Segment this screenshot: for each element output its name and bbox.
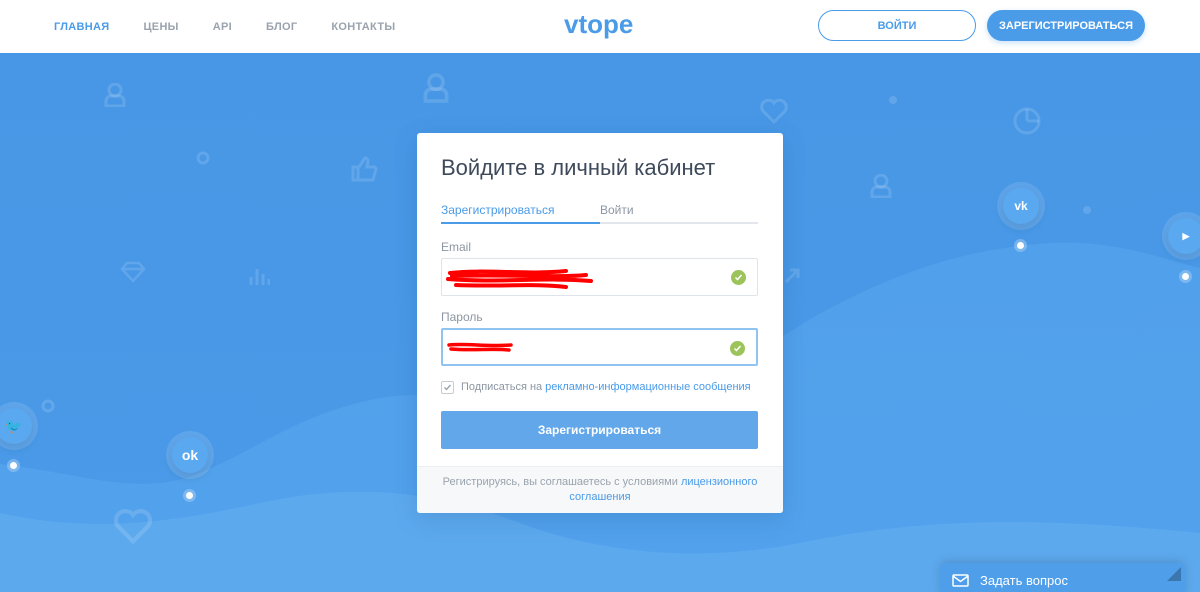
circle-icon	[196, 151, 210, 165]
email-field[interactable]	[441, 258, 758, 296]
dot-marker	[186, 492, 193, 499]
auth-tabs: Зарегистрироваться Войти	[441, 203, 758, 224]
footer-text: Регистрируясь, вы соглашаетесь с условия…	[442, 476, 678, 488]
submit-register-button[interactable]: Зарегистрироваться	[441, 411, 758, 449]
consent-row: Подписаться на рекламно-информационные с…	[441, 379, 751, 395]
pie-chart-icon	[1013, 107, 1041, 135]
bar-chart-icon	[249, 269, 270, 285]
odnoklassniki-button[interactable]: ok	[172, 437, 208, 473]
youtube-icon: ▶	[1182, 230, 1190, 241]
register-button[interactable]: ЗАРЕГИСТРИРОВАТЬСЯ	[987, 10, 1145, 41]
circle-icon	[1083, 206, 1091, 214]
nav-item-home[interactable]: ГЛАВНАЯ	[54, 21, 109, 33]
heart-icon	[113, 509, 153, 544]
nav-item-contacts[interactable]: КОНТАКТЫ	[331, 21, 395, 33]
logo-text: vtope	[564, 9, 633, 39]
password-field[interactable]	[441, 328, 758, 366]
heart-icon	[760, 98, 788, 124]
nav-item-blog[interactable]: БЛОГ	[266, 21, 297, 33]
user-icon	[104, 83, 126, 107]
circle-icon	[41, 399, 55, 413]
user-icon	[870, 174, 892, 198]
register-card: Войдите в личный кабинет Зарегистрироват…	[417, 133, 783, 513]
tab-login[interactable]: Войти	[600, 203, 634, 217]
nav-item-prices[interactable]: ЦЕНЫ	[143, 21, 178, 33]
checkmark-icon	[444, 384, 452, 391]
user-icon	[423, 73, 449, 103]
circle-icon	[889, 96, 897, 104]
arrow-icon	[784, 268, 800, 284]
dot-marker	[1017, 242, 1024, 249]
vk-icon: vk	[1014, 199, 1028, 213]
nav-item-api[interactable]: API	[213, 21, 232, 33]
card-footer: Регистрируясь, вы соглашаетесь с условия…	[417, 466, 783, 513]
thumbs-up-icon	[351, 156, 378, 182]
consent-link[interactable]: рекламно-информационные сообщения	[545, 381, 750, 393]
chat-widget[interactable]: Задать вопрос	[940, 563, 1185, 592]
redaction-mark	[447, 342, 513, 352]
dot-marker	[1182, 273, 1189, 280]
dot-marker	[10, 462, 17, 469]
chat-label: Задать вопрос	[980, 572, 1068, 588]
youtube-button[interactable]: ▶	[1168, 218, 1200, 254]
consent-text: Подписаться на	[461, 381, 543, 393]
email-label: Email	[441, 240, 472, 254]
vk-button[interactable]: vk	[1003, 188, 1039, 224]
login-button[interactable]: ВОЙТИ	[818, 10, 976, 41]
top-header: ГЛАВНАЯ ЦЕНЫ API БЛОГ КОНТАКТЫ vtope ВОЙ…	[0, 0, 1200, 53]
email-valid-icon	[731, 270, 746, 285]
consent-checkbox[interactable]	[441, 380, 454, 394]
diamond-icon	[120, 261, 146, 283]
active-tab-indicator	[441, 222, 600, 224]
redaction-mark	[446, 269, 593, 289]
password-valid-icon	[730, 341, 745, 356]
tab-register[interactable]: Зарегистрироваться	[441, 203, 554, 217]
card-title: Войдите в личный кабинет	[441, 155, 716, 180]
odnoklassniki-icon: ok	[181, 447, 199, 463]
main-nav: ГЛАВНАЯ ЦЕНЫ API БЛОГ КОНТАКТЫ	[54, 0, 429, 53]
twitter-icon: 🐦	[5, 417, 23, 434]
collapse-corner-icon	[1167, 567, 1181, 581]
mail-icon	[952, 573, 969, 587]
password-label: Пароль	[441, 310, 483, 324]
vtope-logo[interactable]: vtope	[562, 8, 638, 42]
